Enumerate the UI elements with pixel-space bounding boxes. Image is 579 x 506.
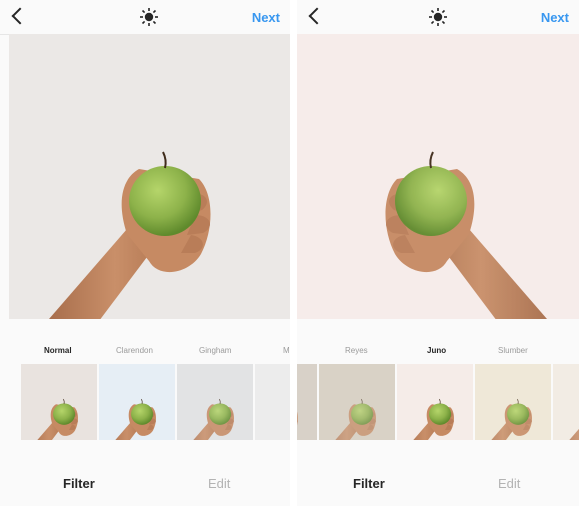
tab-edit[interactable]: Edit <box>498 476 520 491</box>
filter-label-slumber[interactable]: Slumber <box>498 346 528 355</box>
screen-divider <box>290 0 297 506</box>
filter-thumbnail-partial[interactable] <box>297 364 317 440</box>
photo-preview <box>9 34 290 319</box>
filter-label-normal[interactable]: Normal <box>44 346 72 355</box>
next-button[interactable]: Next <box>252 10 280 25</box>
filter-label-clarendon[interactable]: Clarendon <box>116 346 153 355</box>
bottom-tabs: Filter Edit <box>0 476 290 500</box>
filter-thumbnail-slumber[interactable] <box>475 364 551 440</box>
filter-thumbnail-juno[interactable] <box>397 364 473 440</box>
filter-label-gingham[interactable]: Gingham <box>199 346 231 355</box>
filter-thumbnail-partial[interactable] <box>255 364 290 440</box>
filter-thumbnails <box>0 364 290 440</box>
tab-filter[interactable]: Filter <box>63 476 95 491</box>
filter-label-reyes[interactable]: Reyes <box>345 346 368 355</box>
filter-thumbnail-gingham[interactable] <box>177 364 253 440</box>
filter-thumbnails <box>297 364 579 440</box>
filter-label-juno[interactable]: Juno <box>427 346 446 355</box>
chevron-left-icon[interactable] <box>308 7 326 25</box>
next-button[interactable]: Next <box>541 10 569 25</box>
sun-adjust-icon[interactable] <box>139 7 159 27</box>
filter-labels: Reyes Juno Slumber <box>297 346 579 362</box>
filter-thumbnail-clarendon[interactable] <box>99 364 175 440</box>
top-bar: Next <box>0 0 290 35</box>
tab-filter[interactable]: Filter <box>353 476 385 491</box>
filter-label-partial[interactable]: M <box>283 346 290 355</box>
top-bar: Next <box>297 0 579 35</box>
filter-thumbnail-normal[interactable] <box>21 364 97 440</box>
filter-thumbnail-partial[interactable] <box>553 364 579 440</box>
right-editor-screen: Next Reyes Juno Slumber Filter Edit <box>297 0 579 506</box>
bottom-tabs: Filter Edit <box>297 476 579 500</box>
tab-edit[interactable]: Edit <box>208 476 230 491</box>
photo-preview <box>297 34 579 319</box>
sun-adjust-icon[interactable] <box>428 7 448 27</box>
filter-labels: Normal Clarendon Gingham M <box>0 346 290 362</box>
left-editor-screen: Next Normal Clarendon Gingham M Filter E… <box>0 0 290 506</box>
filter-thumbnail-reyes[interactable] <box>319 364 395 440</box>
chevron-left-icon[interactable] <box>11 7 29 25</box>
